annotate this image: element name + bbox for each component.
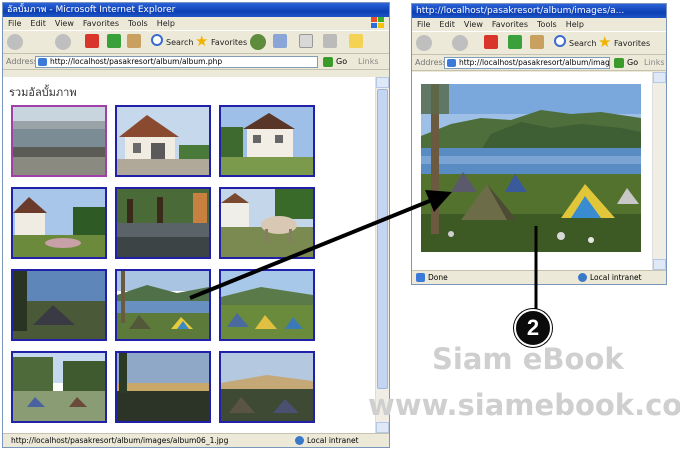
menu-file[interactable]: File: [8, 19, 21, 28]
menu-view[interactable]: View: [464, 20, 483, 29]
mail-icon[interactable]: [273, 34, 287, 48]
popup-title-bar[interactable]: http://localhost/pasakresort/album/image…: [412, 4, 666, 18]
edit-icon[interactable]: [323, 34, 337, 48]
status-zone: Local intranet: [307, 436, 359, 445]
album-thumbnail[interactable]: [219, 187, 315, 259]
address-input[interactable]: http://localhost/pasakresort/album/image…: [444, 57, 610, 69]
go-arrow-icon: [323, 57, 333, 67]
menu-tools[interactable]: Tools: [537, 20, 557, 29]
go-button[interactable]: Go: [323, 56, 347, 68]
watermark-title: Siam eBook: [432, 342, 624, 376]
menu-favorites[interactable]: Favorites: [492, 20, 528, 29]
windows-logo-icon: [371, 17, 385, 29]
go-button[interactable]: Go: [614, 57, 638, 69]
home-icon[interactable]: [530, 35, 544, 49]
main-title-bar[interactable]: อัลบั้มภาพ - Microsoft Internet Explorer: [3, 3, 389, 17]
image-popup-window: http://localhost/pasakresort/album/image…: [411, 3, 667, 285]
messenger-icon[interactable]: [349, 34, 363, 48]
menu-view[interactable]: View: [55, 19, 74, 28]
enlarged-camp-photo: [421, 84, 641, 252]
address-url: http://localhost/pasakresort/album/image…: [459, 58, 610, 67]
menu-file[interactable]: File: [417, 20, 430, 29]
scroll-up-button[interactable]: [653, 72, 666, 83]
main-status-bar: http://localhost/pasakresort/album/image…: [3, 433, 389, 447]
favorites-star-icon[interactable]: ★: [195, 33, 208, 49]
favorites-button-label[interactable]: Favorites: [211, 38, 247, 47]
go-arrow-icon: [614, 58, 624, 68]
links-button[interactable]: Links: [358, 57, 379, 66]
popup-vertical-scrollbar[interactable]: [652, 72, 666, 270]
album-thumbnail[interactable]: [11, 269, 107, 341]
album-thumbnail[interactable]: [219, 105, 315, 177]
watermark-url: www.siamebook.com: [368, 388, 680, 422]
favorites-button-label[interactable]: Favorites: [614, 39, 650, 48]
scroll-down-button[interactable]: [376, 422, 389, 433]
album-thumbnail[interactable]: [115, 269, 211, 341]
popup-page-content: [412, 72, 666, 270]
search-button-label[interactable]: Search: [569, 39, 596, 48]
main-menu-bar: File Edit View Favorites Tools Help: [3, 17, 389, 30]
back-icon[interactable]: [416, 35, 432, 51]
ie-page-icon: [447, 59, 456, 67]
search-button-label[interactable]: Search: [166, 38, 193, 47]
globe-icon: [295, 436, 304, 445]
menu-tools[interactable]: Tools: [128, 19, 148, 28]
forward-icon[interactable]: [452, 35, 468, 51]
address-input[interactable]: http://localhost/pasakresort/album/album…: [35, 56, 318, 68]
status-done: Done: [428, 273, 448, 282]
media-icon[interactable]: [250, 34, 266, 50]
album-heading: รวมอัลบั้มภาพ: [9, 86, 77, 99]
main-window-title: อัลบั้มภาพ - Microsoft Internet Explorer: [7, 5, 176, 15]
status-zone: Local intranet: [590, 273, 642, 282]
go-label: Go: [627, 58, 639, 67]
address-label: Address: [415, 58, 447, 67]
forward-icon[interactable]: [55, 34, 71, 50]
stop-icon[interactable]: [484, 35, 498, 49]
done-page-icon: [416, 273, 425, 282]
ie-page-icon: [38, 58, 47, 66]
favorites-star-icon[interactable]: ★: [598, 34, 611, 50]
globe-icon: [578, 273, 587, 282]
search-icon[interactable]: [151, 34, 163, 46]
stop-icon[interactable]: [85, 34, 99, 48]
scroll-down-button[interactable]: [653, 259, 666, 270]
menu-edit[interactable]: Edit: [439, 20, 455, 29]
scroll-thumb[interactable]: [377, 89, 388, 389]
album-thumbnail[interactable]: [219, 269, 315, 341]
popup-menu-bar: File Edit View Favorites Tools Help: [412, 18, 666, 31]
album-thumbnail[interactable]: [115, 351, 211, 423]
popup-window-title: http://localhost/pasakresort/album/image…: [416, 6, 625, 16]
status-url: http://localhost/pasakresort/album/image…: [11, 436, 229, 445]
album-thumbnail[interactable]: [11, 105, 107, 177]
address-url: http://localhost/pasakresort/album/album…: [50, 57, 223, 66]
search-icon[interactable]: [554, 35, 566, 47]
popup-toolbar: Search ★ Favorites: [412, 31, 666, 55]
album-thumbnail[interactable]: [11, 351, 107, 423]
go-label: Go: [336, 57, 348, 66]
print-icon[interactable]: [299, 34, 313, 48]
home-icon[interactable]: [127, 34, 141, 48]
menu-help[interactable]: Help: [566, 20, 584, 29]
scroll-up-button[interactable]: [376, 77, 389, 88]
address-label: Address: [6, 57, 38, 66]
menu-favorites[interactable]: Favorites: [83, 19, 119, 28]
album-thumbnail[interactable]: [219, 351, 315, 423]
album-thumbnail[interactable]: [115, 105, 211, 177]
refresh-icon[interactable]: [107, 34, 121, 48]
screenshot-stage: อัลบั้มภาพ - Microsoft Internet Explorer…: [0, 0, 680, 453]
menu-help[interactable]: Help: [157, 19, 175, 28]
album-thumbnail[interactable]: [11, 187, 107, 259]
album-thumbnail[interactable]: [115, 187, 211, 259]
main-page-content: รวมอัลบั้มภาพ: [3, 77, 375, 433]
refresh-icon[interactable]: [508, 35, 522, 49]
main-browser-window: อัลบั้มภาพ - Microsoft Internet Explorer…: [2, 2, 390, 448]
menu-edit[interactable]: Edit: [30, 19, 46, 28]
main-address-bar: Address http://localhost/pasakresort/alb…: [3, 54, 389, 70]
back-icon[interactable]: [7, 34, 23, 50]
main-vertical-scrollbar[interactable]: [375, 77, 389, 433]
links-button[interactable]: Links: [644, 58, 665, 67]
popup-status-bar: Done Local intranet: [412, 270, 666, 284]
popup-address-bar: Address http://localhost/pasakresort/alb…: [412, 55, 666, 71]
main-toolbar: Search ★ Favorites: [3, 30, 389, 54]
